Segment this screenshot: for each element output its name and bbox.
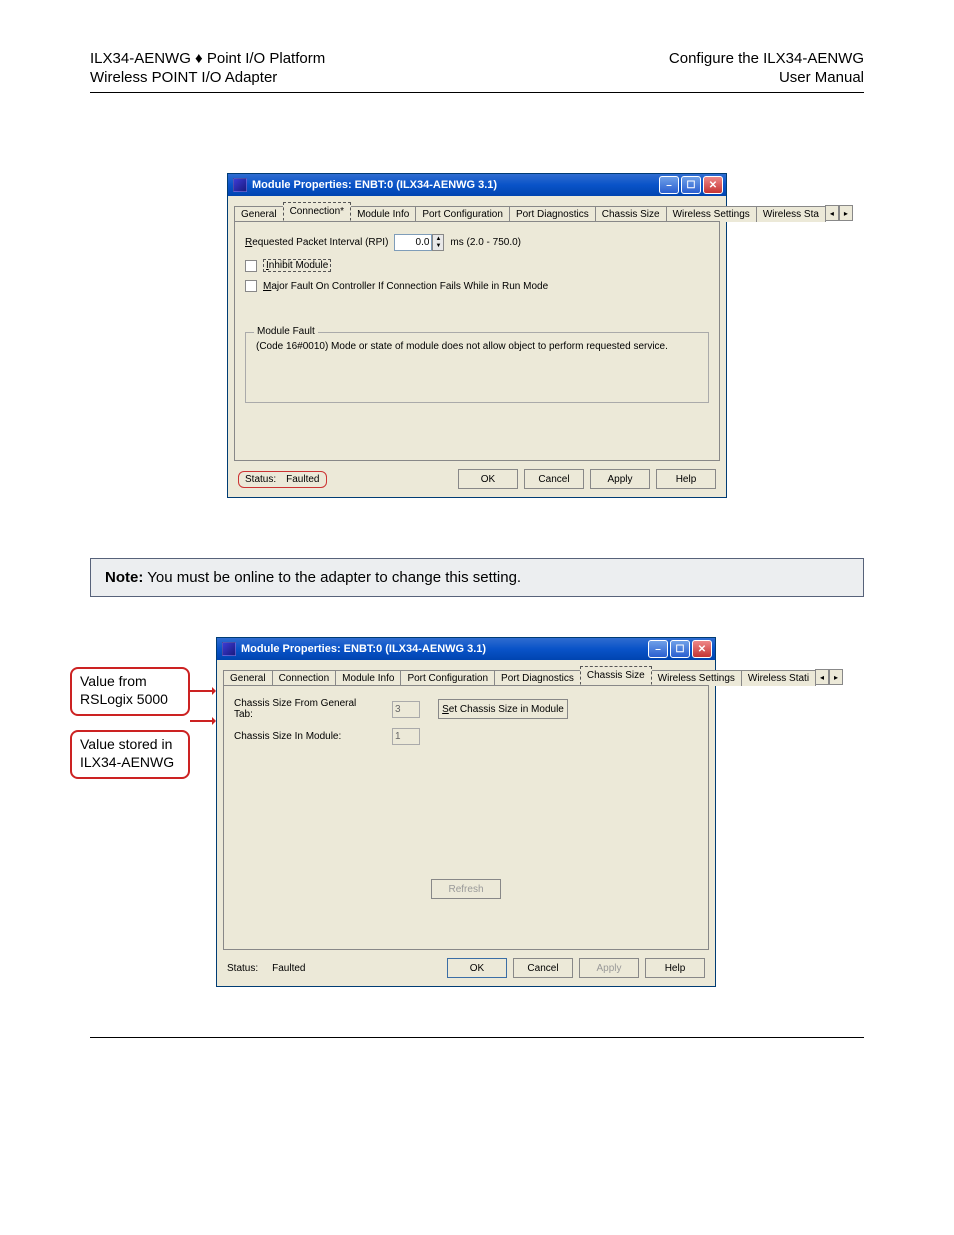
header-left-line2: Wireless POINT I/O Adapter xyxy=(90,69,325,86)
tab-wireless-status[interactable]: Wireless Stati xyxy=(741,670,816,686)
rpi-label: Requested Packet Interval (RPI) xyxy=(245,237,388,248)
window-title: Module Properties: ENBT:0 (ILX34-AENWG 3… xyxy=(252,179,497,191)
chassis-from-general-value xyxy=(392,701,420,718)
ok-button[interactable]: OK xyxy=(447,958,507,978)
apply-button[interactable]: Apply xyxy=(590,469,650,489)
maximize-button[interactable]: ☐ xyxy=(681,176,701,194)
cancel-button[interactable]: Cancel xyxy=(513,958,573,978)
header-left-line1: ILX34-AENWG ♦ Point I/O Platform xyxy=(90,50,325,67)
note-box: Note: You must be online to the adapter … xyxy=(90,558,864,597)
tab-scroll-right[interactable]: ▸ xyxy=(829,669,843,685)
callout-value-from-rslogix: Value from RSLogix 5000 xyxy=(70,667,190,716)
chassis-in-module-value xyxy=(392,728,420,745)
tab-port-configuration[interactable]: Port Configuration xyxy=(400,670,495,686)
tab-module-info[interactable]: Module Info xyxy=(350,206,416,222)
tab-general[interactable]: General xyxy=(234,206,284,222)
tab-scroll-left[interactable]: ◂ xyxy=(825,205,839,221)
footer-rule xyxy=(90,1037,864,1038)
apply-button[interactable]: Apply xyxy=(579,958,639,978)
tab-connection[interactable]: Connection xyxy=(272,670,337,686)
callout-value-stored-ilx34: Value stored in ILX34-AENWG xyxy=(70,730,190,779)
status-label: Status: xyxy=(227,963,258,974)
status-indicator: Status: Faulted xyxy=(238,471,327,488)
tabstrip: General Connection* Module Info Port Con… xyxy=(228,196,726,221)
status-label: Status: xyxy=(245,474,276,485)
help-button[interactable]: Help xyxy=(645,958,705,978)
tab-connection[interactable]: Connection* xyxy=(283,202,351,221)
minimize-button[interactable]: – xyxy=(659,176,679,194)
refresh-button[interactable]: Refresh xyxy=(431,879,501,899)
diagram-row: Value from RSLogix 5000 Value stored in … xyxy=(70,637,864,987)
close-button[interactable]: ✕ xyxy=(692,640,712,658)
page-header: ILX34-AENWG ♦ Point I/O Platform Wireles… xyxy=(90,50,864,93)
tab-port-diagnostics[interactable]: Port Diagnostics xyxy=(509,206,596,222)
module-fault-message: (Code 16#0010) Mode or state of module d… xyxy=(256,341,698,352)
rpi-units: ms (2.0 - 750.0) xyxy=(450,237,521,248)
status-value: Faulted xyxy=(286,474,319,485)
inhibit-module-checkbox[interactable] xyxy=(245,260,257,272)
chassis-from-general-label: Chassis Size From General Tab: xyxy=(234,698,374,720)
note-text: You must be online to the adapter to cha… xyxy=(143,569,521,586)
tab-wireless-settings[interactable]: Wireless Settings xyxy=(651,670,742,686)
ok-button[interactable]: OK xyxy=(458,469,518,489)
module-properties-dialog-connection: Module Properties: ENBT:0 (ILX34-AENWG 3… xyxy=(227,173,727,498)
tab-scroll-left[interactable]: ◂ xyxy=(815,669,829,685)
window-title: Module Properties: ENBT:0 (ILX34-AENWG 3… xyxy=(241,643,486,655)
tab-general[interactable]: General xyxy=(223,670,273,686)
tab-wireless-settings[interactable]: Wireless Settings xyxy=(666,206,757,222)
tab-chassis-size[interactable]: Chassis Size xyxy=(595,206,667,222)
titlebar[interactable]: Module Properties: ENBT:0 (ILX34-AENWG 3… xyxy=(217,638,715,660)
header-right-line2: User Manual xyxy=(669,69,864,86)
titlebar[interactable]: Module Properties: ENBT:0 (ILX34-AENWG 3… xyxy=(228,174,726,196)
module-properties-dialog-chassis-size: Module Properties: ENBT:0 (ILX34-AENWG 3… xyxy=(216,637,716,987)
minimize-button[interactable]: – xyxy=(648,640,668,658)
app-icon xyxy=(222,642,236,656)
status-value: Faulted xyxy=(272,963,305,974)
major-fault-label: Major Fault On Controller If Connection … xyxy=(263,281,548,292)
tab-scroll-right[interactable]: ▸ xyxy=(839,205,853,221)
tab-chassis-size[interactable]: Chassis Size xyxy=(580,666,652,685)
inhibit-module-label: Inhibit Module xyxy=(263,259,331,272)
help-button[interactable]: Help xyxy=(656,469,716,489)
cancel-button[interactable]: Cancel xyxy=(524,469,584,489)
module-fault-group: Module Fault (Code 16#0010) Mode or stat… xyxy=(245,332,709,403)
tabstrip: General Connection Module Info Port Conf… xyxy=(217,660,715,685)
maximize-button[interactable]: ☐ xyxy=(670,640,690,658)
rpi-spinner[interactable]: ▲▼ xyxy=(432,234,444,251)
major-fault-checkbox[interactable] xyxy=(245,280,257,292)
tab-wireless-status[interactable]: Wireless Sta xyxy=(756,206,826,222)
set-chassis-size-button[interactable]: Set Chassis Size in Module xyxy=(438,699,568,719)
tab-port-diagnostics[interactable]: Port Diagnostics xyxy=(494,670,581,686)
module-fault-legend: Module Fault xyxy=(254,326,318,337)
header-right-line1: Configure the ILX34-AENWG xyxy=(669,50,864,67)
chassis-in-module-label: Chassis Size In Module: xyxy=(234,731,374,742)
rpi-input[interactable] xyxy=(394,234,432,251)
tab-port-configuration[interactable]: Port Configuration xyxy=(415,206,510,222)
tab-module-info[interactable]: Module Info xyxy=(335,670,401,686)
note-prefix: Note: xyxy=(105,569,143,586)
app-icon xyxy=(233,178,247,192)
close-button[interactable]: ✕ xyxy=(703,176,723,194)
